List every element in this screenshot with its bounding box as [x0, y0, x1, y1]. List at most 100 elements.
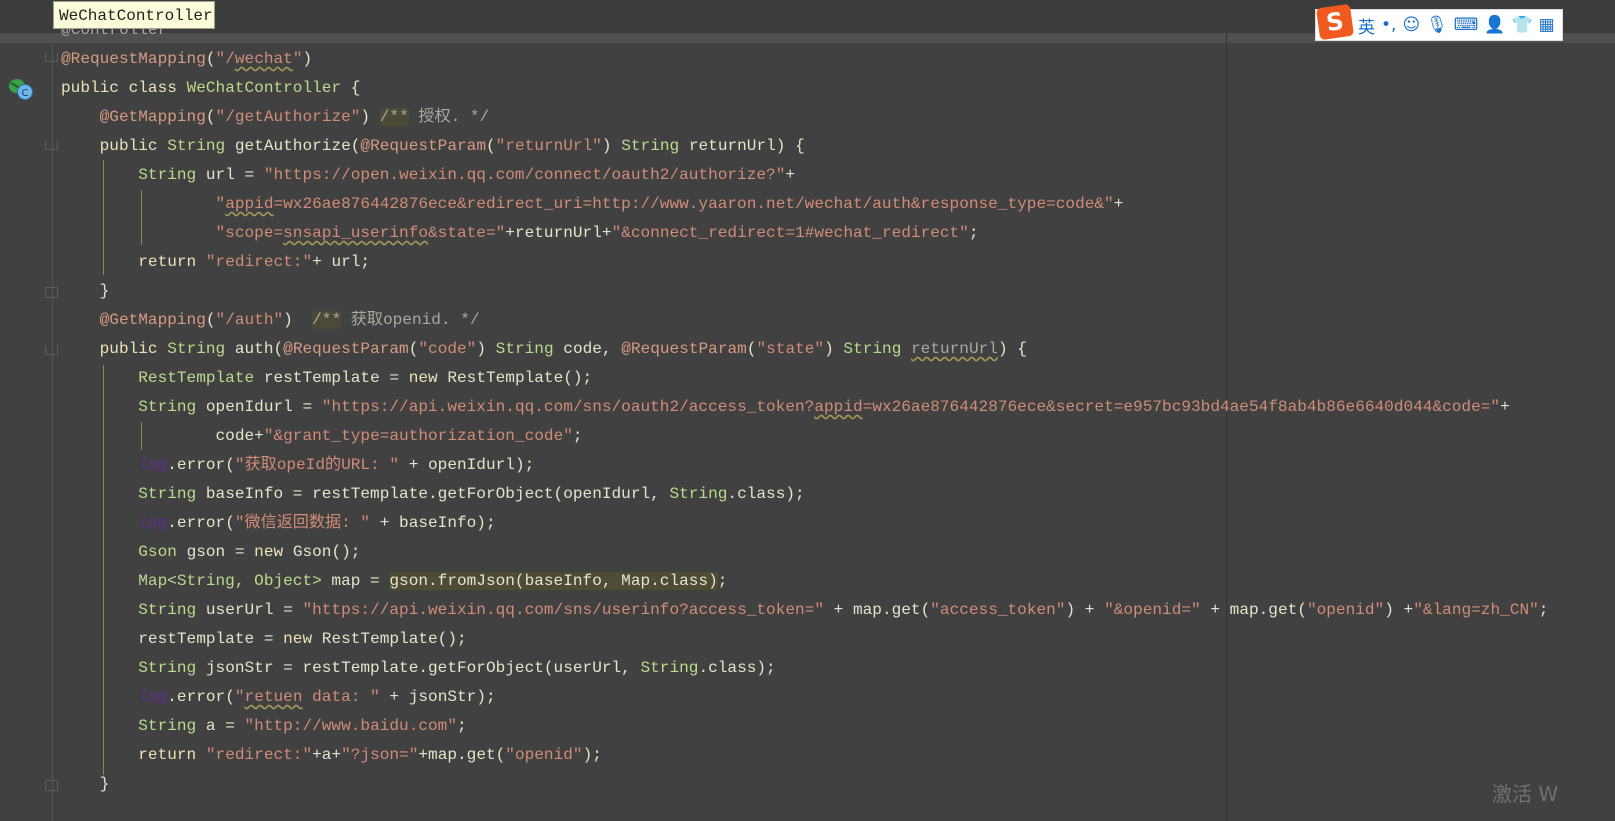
- code-line[interactable]: Gson gson = new Gson();: [61, 538, 1548, 567]
- code-token: "scope=: [61, 224, 284, 242]
- code-line[interactable]: }: [61, 770, 1548, 799]
- code-line[interactable]: return "redirect:"+ url;: [61, 248, 1548, 277]
- code-token: ": [234, 688, 245, 706]
- code-line[interactable]: String jsonStr = restTemplate.getForObje…: [61, 654, 1548, 683]
- code-line[interactable]: return "redirect:"+a+"?json="+map.get("o…: [61, 741, 1548, 770]
- code-line[interactable]: log.error("retuen data: " + jsonStr);: [61, 683, 1548, 712]
- emoji-icon[interactable]: ☺: [1402, 15, 1420, 35]
- code-token: gson.fromJson(baseInfo, Map.class): [389, 572, 718, 590]
- code-token: +: [1113, 195, 1124, 213]
- code-token: ) +: [1384, 601, 1414, 619]
- code-token: + map.get(: [824, 601, 931, 619]
- fold-marker[interactable]: [45, 287, 58, 298]
- code-token: + map.get(: [1200, 601, 1307, 619]
- code-token: "获取opeId的URL: ": [234, 456, 400, 474]
- code-token: /**: [312, 311, 342, 329]
- skin-icon[interactable]: 👕: [1511, 15, 1532, 35]
- ime-mode-toggle[interactable]: 英: [1358, 13, 1375, 38]
- code-token: public: [61, 340, 168, 358]
- code-line[interactable]: code+"&grant_type=authorization_code";: [61, 422, 1548, 451]
- code-token: appid: [814, 398, 863, 416]
- code-token: "openid": [505, 746, 583, 764]
- fold-marker[interactable]: [45, 52, 58, 62]
- code-line[interactable]: "scope=snsapi_userinfo&state="+returnUrl…: [61, 219, 1548, 248]
- code-line[interactable]: restTemplate = new RestTemplate();: [61, 625, 1548, 654]
- code-token: "/getAuthorize": [215, 108, 361, 126]
- fold-marker[interactable]: [45, 345, 58, 355]
- code-token: returnUrl) {: [688, 137, 805, 155]
- code-line[interactable]: @RequestMapping("/wechat"): [61, 45, 1548, 74]
- code-token: userUrl =: [205, 601, 303, 619]
- code-token: @RequestMapping: [61, 50, 206, 68]
- code-line[interactable]: @GetMapping("/getAuthorize") /** 授权. */: [61, 103, 1548, 132]
- code-line[interactable]: log.error("微信返回数据: " + baseInfo);: [61, 509, 1548, 538]
- code-token: );: [582, 746, 602, 764]
- code-token: Gson: [61, 543, 187, 561]
- sogou-logo[interactable]: S: [1315, 3, 1355, 41]
- code-line[interactable]: public String getAuthorize(@RequestParam…: [61, 132, 1548, 161]
- fold-marker[interactable]: [45, 140, 58, 150]
- code-token: + jsonStr);: [379, 688, 496, 706]
- code-line[interactable]: String baseInfo = restTemplate.getForObj…: [61, 480, 1548, 509]
- punctuation-toggle[interactable]: •,: [1381, 15, 1396, 35]
- code-token: url =: [205, 166, 264, 184]
- fold-marker[interactable]: [45, 780, 58, 791]
- code-line[interactable]: String a = "http://www.baidu.com";: [61, 712, 1548, 741]
- code-token: "code": [418, 340, 477, 358]
- code-token: 授权. */: [408, 108, 490, 126]
- code-token: ": [292, 50, 303, 68]
- code-token: + baseInfo);: [370, 514, 496, 532]
- code-token: ;: [968, 224, 979, 242]
- code-token: code+: [61, 427, 264, 445]
- code-line[interactable]: String url = "https://open.weixin.qq.com…: [61, 161, 1548, 190]
- code-token: String: [669, 485, 728, 503]
- code-token: {: [341, 79, 361, 97]
- code-token: "https://open.weixin.qq.com/connect/oaut…: [263, 166, 786, 184]
- code-token: auth(: [234, 340, 284, 358]
- code-line[interactable]: String userUrl = "https://api.weixin.qq.…: [61, 596, 1548, 625]
- code-line[interactable]: public String auth(@RequestParam("code")…: [61, 335, 1548, 364]
- code-token: + url;: [312, 253, 371, 271]
- code-token: ;: [1538, 601, 1549, 619]
- code-token: ): [824, 340, 844, 358]
- code-token: "&lang=zh_CN": [1413, 601, 1539, 619]
- code-line[interactable]: }: [61, 277, 1548, 306]
- code-token: retuen: [244, 688, 303, 706]
- code-token: baseInfo = restTemplate.getForObject(ope…: [205, 485, 670, 503]
- code-line[interactable]: @GetMapping("/auth") /** 获取openid. */: [61, 306, 1548, 335]
- code-token: String: [61, 485, 206, 503]
- code-token: new: [408, 369, 448, 387]
- code-token: .error(: [167, 514, 235, 532]
- code-token: "/: [215, 50, 235, 68]
- spring-bean-class-icon[interactable]: C: [8, 77, 34, 101]
- code-token: restTemplate =: [61, 630, 284, 648]
- class-name-tooltip: WeChatController: [53, 1, 215, 29]
- code-line[interactable]: "appid=wx26ae876442876ece&redirect_uri=h…: [61, 190, 1548, 219]
- code-token: "&grant_type=authorization_code": [263, 427, 573, 445]
- microphone-icon[interactable]: 🎙: [1426, 15, 1448, 35]
- code-token: }: [61, 775, 110, 793]
- code-token: public: [61, 137, 168, 155]
- toolbox-icon[interactable]: ▦: [1539, 15, 1555, 35]
- code-token: String: [61, 601, 206, 619]
- code-token: .error(: [167, 456, 235, 474]
- code-line[interactable]: Map<String, Object> map = gson.fromJson(…: [61, 567, 1548, 596]
- code-token: appid: [225, 195, 274, 213]
- code-line[interactable]: public class WeChatController {: [61, 74, 1548, 103]
- code-token: Gson();: [292, 543, 361, 561]
- code-token: "state": [756, 340, 825, 358]
- code-token: ) {: [997, 340, 1027, 358]
- code-editor[interactable]: @Controller @RequestMapping("/wechat") pub…: [61, 16, 1548, 799]
- code-token: "&connect_redirect=1#wechat_redirect": [611, 224, 969, 242]
- code-token: ;: [717, 572, 728, 590]
- code-token: }: [61, 282, 110, 300]
- code-line[interactable]: String openIdurl = "https://api.weixin.q…: [61, 393, 1548, 422]
- code-line[interactable]: RestTemplate restTemplate = new RestTemp…: [61, 364, 1548, 393]
- code-line[interactable]: log.error("获取opeId的URL: " + openIdurl);: [61, 451, 1548, 480]
- code-token: String: [61, 166, 206, 184]
- code-token: "https://api.weixin.qq.com/sns/userinfo?…: [302, 601, 824, 619]
- sogou-ime-toolbar[interactable]: S 英 •, ☺ 🎙 ⌨ 👤 👕 ▦: [1315, 3, 1563, 41]
- user-icon[interactable]: 👤: [1484, 15, 1505, 35]
- code-token: (: [205, 311, 216, 329]
- keyboard-icon[interactable]: ⌨: [1454, 15, 1479, 35]
